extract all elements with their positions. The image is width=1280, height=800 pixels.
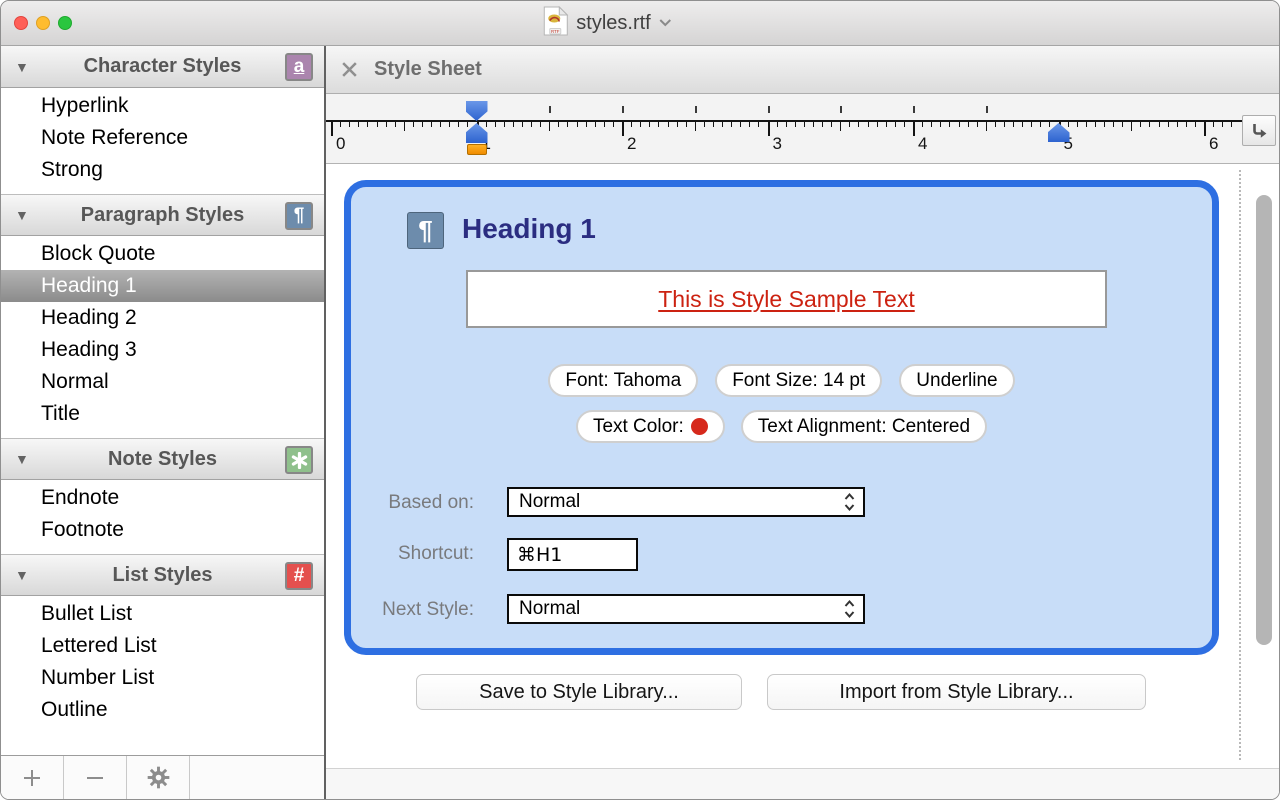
title-chevron-icon[interactable]	[659, 14, 673, 32]
gear-icon	[146, 765, 171, 790]
left-margin-marker[interactable]	[467, 144, 487, 155]
attribute-pill-text-color: Text Color:	[576, 410, 725, 443]
section-header-character-styles[interactable]: ▼ Character Styles a	[1, 46, 324, 88]
close-icon	[340, 60, 359, 79]
bottom-status-strip	[326, 768, 1279, 799]
window-title: styles.rtf	[576, 12, 650, 35]
style-item-heading-3[interactable]: Heading 3	[1, 334, 324, 366]
style-item-bullet-list[interactable]: Bullet List	[1, 598, 324, 630]
style-item-footnote[interactable]: Footnote	[1, 514, 324, 546]
remove-style-button[interactable]	[64, 756, 127, 799]
page-margin-guide	[1239, 170, 1241, 760]
paragraph-style-icon: ¶	[407, 212, 444, 249]
section-label: List Styles	[112, 564, 212, 587]
svg-text:RTF: RTF	[551, 29, 560, 34]
next-style-select[interactable]: Normal	[507, 594, 865, 624]
next-style-label: Next Style:	[351, 599, 474, 621]
disclosure-triangle-icon[interactable]: ▼	[15, 208, 29, 222]
text-color-swatch	[691, 418, 708, 435]
app-window: RTF styles.rtf ▼ Character Styles a	[0, 0, 1280, 800]
ruler: 0123456	[326, 94, 1279, 164]
section-header-note-styles[interactable]: ▼ Note Styles	[1, 438, 324, 480]
zoom-window-button[interactable]	[58, 16, 72, 30]
import-from-style-library-button[interactable]: Import from Style Library...	[767, 674, 1146, 710]
style-item-title[interactable]: Title	[1, 398, 324, 430]
section-note-styles: ▼ Note Styles Endnote Footnote	[1, 438, 324, 554]
style-item-endnote[interactable]: Endnote	[1, 482, 324, 514]
plus-icon	[20, 766, 44, 790]
section-header-paragraph-styles[interactable]: ▼ Paragraph Styles ¶	[1, 194, 324, 236]
chevron-up-down-icon	[843, 599, 856, 619]
attribute-pills-row-1: Font: Tahoma Font Size: 14 pt Underline	[351, 364, 1212, 397]
section-header-list-styles[interactable]: ▼ List Styles #	[1, 554, 324, 596]
style-item-outline[interactable]: Outline	[1, 694, 324, 726]
list-style-icon: #	[285, 562, 313, 590]
traffic-lights	[14, 16, 72, 30]
rtf-document-icon: RTF	[543, 6, 568, 41]
first-line-indent-marker[interactable]	[466, 101, 488, 121]
style-editor-panel: ¶ Heading 1 This is Style Sample Text Fo…	[344, 180, 1219, 655]
left-indent-marker[interactable]	[466, 123, 488, 143]
style-item-note-reference[interactable]: Note Reference	[1, 122, 324, 154]
section-paragraph-styles: ▼ Paragraph Styles ¶ Block Quote Heading…	[1, 194, 324, 438]
shortcut-field[interactable]	[507, 538, 638, 571]
section-label: Paragraph Styles	[81, 204, 244, 227]
section-label: Note Styles	[108, 448, 217, 471]
shortcut-label: Shortcut:	[351, 543, 474, 565]
section-character-styles: ▼ Character Styles a Hyperlink Note Refe…	[1, 46, 324, 194]
style-sheet-pane: Style Sheet 0123456 ¶	[326, 46, 1279, 799]
vertical-scrollbar-thumb[interactable]	[1256, 195, 1272, 645]
attribute-pill-font-size: Font Size: 14 pt	[715, 364, 882, 397]
style-actions-button[interactable]	[127, 756, 190, 799]
style-sample-box: This is Style Sample Text	[466, 270, 1107, 328]
attribute-pills-row-2: Text Color: Text Alignment: Centered	[351, 410, 1212, 443]
attribute-pill-underline: Underline	[899, 364, 1014, 397]
style-item-normal[interactable]: Normal	[1, 366, 324, 398]
style-item-number-list[interactable]: Number List	[1, 662, 324, 694]
paragraph-style-icon: ¶	[285, 202, 313, 230]
chevron-up-down-icon	[843, 492, 856, 512]
tab-arrow-icon	[1248, 120, 1270, 142]
sidebar-toolbar	[1, 755, 324, 799]
section-list-styles: ▼ List Styles # Bullet List Lettered Lis…	[1, 554, 324, 734]
style-sections: ▼ Character Styles a Hyperlink Note Refe…	[1, 46, 324, 755]
minus-icon	[83, 766, 107, 790]
style-item-block-quote[interactable]: Block Quote	[1, 238, 324, 270]
based-on-select[interactable]: Normal	[507, 487, 865, 517]
style-sheet-header: Style Sheet	[326, 46, 1279, 94]
right-indent-marker[interactable]	[1048, 123, 1070, 142]
close-style-sheet-button[interactable]	[340, 60, 359, 79]
ruler-baseline	[326, 120, 1243, 122]
based-on-label: Based on:	[351, 492, 474, 514]
styles-sidebar: ▼ Character Styles a Hyperlink Note Refe…	[1, 46, 326, 799]
style-item-hyperlink[interactable]: Hyperlink	[1, 90, 324, 122]
style-name: Heading 1	[462, 213, 596, 245]
attribute-pill-alignment: Text Alignment: Centered	[741, 410, 987, 443]
add-style-button[interactable]	[1, 756, 64, 799]
title-bar: RTF styles.rtf	[1, 1, 1279, 46]
style-sheet-title: Style Sheet	[374, 58, 482, 81]
minimize-window-button[interactable]	[36, 16, 50, 30]
style-sample-text: This is Style Sample Text	[658, 286, 915, 313]
style-item-lettered-list[interactable]: Lettered List	[1, 630, 324, 662]
disclosure-triangle-icon[interactable]: ▼	[15, 568, 29, 582]
disclosure-triangle-icon[interactable]: ▼	[15, 60, 29, 74]
close-window-button[interactable]	[14, 16, 28, 30]
disclosure-triangle-icon[interactable]: ▼	[15, 452, 29, 466]
window-title-group: RTF styles.rtf	[543, 1, 672, 45]
style-item-strong[interactable]: Strong	[1, 154, 324, 186]
style-item-heading-1-selected[interactable]: Heading 1	[1, 270, 324, 302]
style-item-heading-2[interactable]: Heading 2	[1, 302, 324, 334]
note-style-asterisk-icon	[285, 446, 313, 474]
save-to-style-library-button[interactable]: Save to Style Library...	[416, 674, 742, 710]
attribute-pill-font: Font: Tahoma	[548, 364, 698, 397]
section-label: Character Styles	[84, 55, 242, 78]
character-style-icon: a	[285, 53, 313, 81]
tab-stop-type-button[interactable]	[1242, 115, 1276, 146]
style-sheet-content: ¶ Heading 1 This is Style Sample Text Fo…	[326, 164, 1279, 768]
